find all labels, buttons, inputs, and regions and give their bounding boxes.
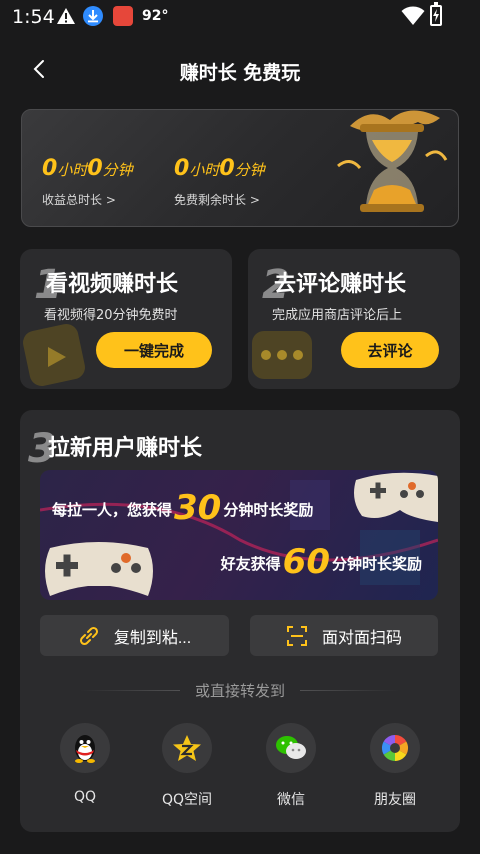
friend-reward-text: 好友获得60 分钟时长奖励 [220,542,422,582]
share-wechat-button[interactable]: 微信 [251,723,331,809]
share-moments-label: 朋友圈 [374,792,416,808]
warning-icon [56,7,76,29]
hourglass-icon [337,110,448,212]
share-qq-button[interactable]: QQ [45,723,125,805]
watch-video-task-card[interactable]: 1 看视频赚时长 看视频得20分钟免费时 一键完成 [20,249,232,389]
invite-users-card: 3 拉新用户赚时长 每拉一人，您获得30 分钟时长奖励 好友获得60 分钟时长奖励 … [20,410,460,832]
status-temperature: 92° [142,8,169,24]
invite-reward-banner: 每拉一人，您获得30 分钟时长奖励 好友获得60 分钟时长奖励 [40,470,438,600]
inviter-reward-text: 每拉一人，您获得30 分钟时长奖励 [52,488,314,528]
earned-time-link[interactable]: 收益总时长 > [42,191,133,208]
qq-penguin-icon [60,723,110,773]
task-title: 去评论赚时长 [274,272,407,297]
gamepad-icon [45,542,153,596]
earned-time-block[interactable]: 0小时0分钟 收益总时长 > [42,156,133,208]
share-qq-label: QQ [73,789,97,805]
task-subtitle: 完成应用商店评论后上 [272,308,403,323]
gamepad-icon [354,472,438,522]
video-play-icon [23,324,85,386]
wifi-icon [401,6,425,30]
inviter-reward-minutes: 30 [174,488,222,528]
download-icon [83,6,103,26]
face-to-face-scan-button[interactable]: 面对面扫码 [250,615,438,656]
copy-link-label: 复制到粘... [113,629,192,647]
share-wechat-label: 微信 [277,792,305,808]
complete-task-button[interactable]: 一键完成 [96,332,212,368]
task-title: 看视频赚时长 [46,272,179,297]
remaining-time-block[interactable]: 0小时0分钟 免费剩余时长 > [174,156,265,208]
app-notification-icon [113,6,133,26]
moments-aperture-icon [370,723,420,773]
friend-reward-minutes: 60 [282,542,330,582]
invite-title: 拉新用户赚时长 [48,436,203,461]
scan-label: 面对面扫码 [321,629,402,647]
share-divider: 或直接转发到 [20,680,460,700]
share-qzone-label: QQ空间 [161,792,213,808]
page-title: 赚时长 免费玩 [179,62,301,84]
share-qzone-button[interactable]: QQ空间 [147,723,227,809]
status-bar: 1:54 92° [0,0,480,34]
time-summary-card: 0小时0分钟 收益总时长 > 0小时0分钟 免费剩余时长 > [21,109,459,227]
link-icon [78,625,100,647]
battery-charging-icon [430,2,442,26]
review-task-card[interactable]: 2 去评论赚时长 完成应用商店评论后上 去评论 [248,249,460,389]
share-moments-button[interactable]: 朋友圈 [355,723,435,809]
divider-line [300,690,400,691]
task-subtitle: 看视频得20分钟免费时 [44,308,178,323]
status-time: 1:54 [12,6,55,28]
go-review-button[interactable]: 去评论 [341,332,439,368]
remaining-time-link[interactable]: 免费剩余时长 > [174,191,265,208]
wechat-icon [266,723,316,773]
remaining-time-value: 0小时0分钟 [174,156,265,181]
copy-link-button[interactable]: 复制到粘... [40,615,229,656]
qzone-star-icon [162,723,212,773]
comment-bubble-icon [252,331,312,379]
scan-icon [286,625,308,647]
earned-time-value: 0小时0分钟 [42,156,133,181]
